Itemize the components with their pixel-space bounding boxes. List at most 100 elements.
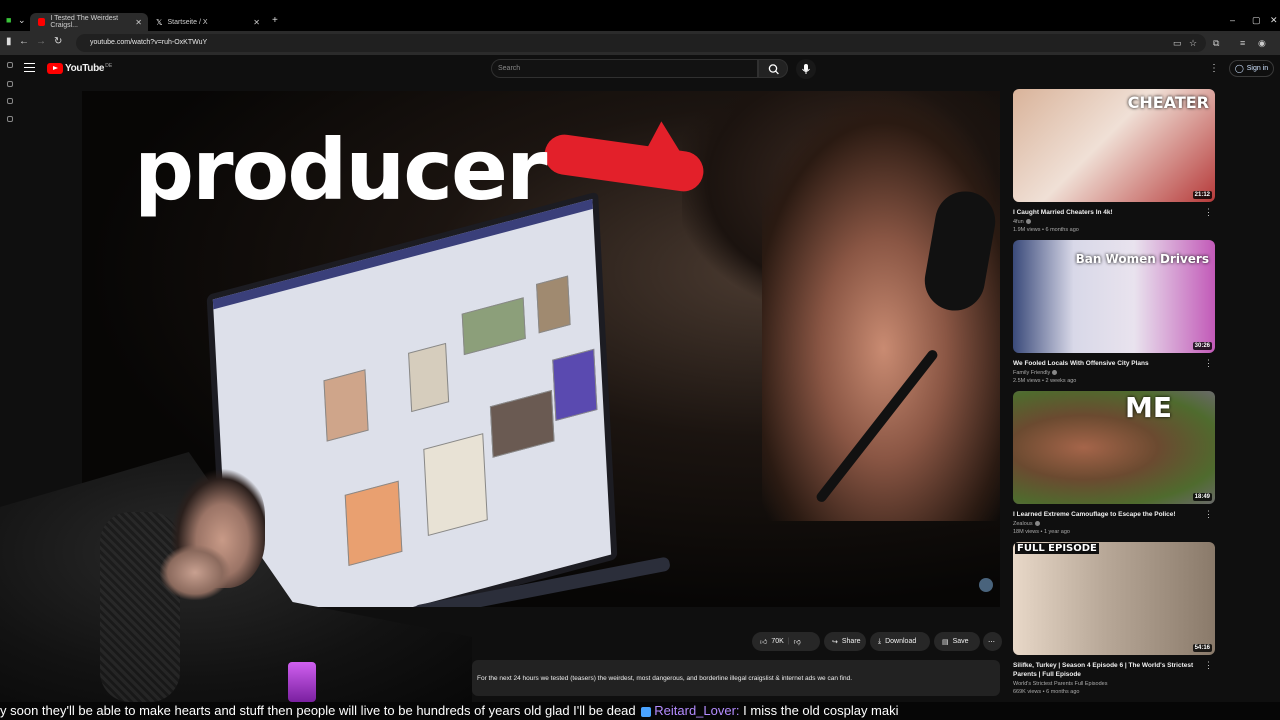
back-icon[interactable]: ← [19, 36, 29, 47]
x-favicon-icon: 𝕏 [156, 17, 163, 27]
save-button[interactable]: ▤ Save [934, 632, 980, 651]
recommendation-item[interactable]: CHEATER 21:12 I Caught Married Cheaters … [1013, 89, 1215, 233]
share-button[interactable]: ↪ Share [824, 632, 866, 651]
recommendation-item[interactable]: Ban Women Drivers 30:26 We Fooled Locals… [1013, 240, 1215, 384]
region-code: DE [105, 62, 113, 69]
profile-icon[interactable]: ◉ [1258, 38, 1266, 49]
menu-icon[interactable] [24, 63, 35, 72]
microphone-icon [802, 64, 810, 74]
recommendation-title[interactable]: We Fooled Locals With Offensive City Pla… [1013, 359, 1203, 368]
search-input[interactable]: Search [491, 59, 758, 78]
recommendation-meta: 669K views • 6 months ago [1013, 689, 1080, 695]
webcam-rgb-cup [288, 662, 316, 702]
thumbnail-laptop-screen [206, 191, 618, 607]
tab-youtube[interactable]: I Tested The Weirdest Craigsl... ✕ [30, 13, 148, 31]
tab-label: I Tested The Weirdest Craigsl... [50, 15, 119, 29]
save-label: Save [952, 638, 969, 645]
recommendation-channel[interactable]: World's Strictest Parents Full Episodes [1013, 681, 1215, 687]
recommendation-thumbnail[interactable]: CHEATER 21:12 [1013, 89, 1215, 202]
verified-icon [1034, 521, 1040, 527]
forward-icon[interactable]: → [36, 36, 46, 47]
reload-icon[interactable]: ↻ [54, 36, 62, 47]
browser-tab-bar: ■ ⌄ I Tested The Weirdest Craigsl... ✕ 𝕏… [0, 0, 1280, 31]
recommendation-thumbnail[interactable]: Ban Women Drivers 30:26 [1013, 240, 1215, 353]
recommendation-channel[interactable]: Family Friendly [1013, 370, 1215, 376]
more-vertical-icon[interactable]: ⋮ [1204, 358, 1213, 369]
download-label: Download [885, 638, 917, 645]
browser-app-icon: ■ [6, 15, 12, 25]
cast-icon[interactable]: ▭ [1173, 38, 1182, 49]
thumbnail-text: producer [134, 121, 547, 219]
more-vertical-icon[interactable]: ⋮ [1204, 207, 1213, 218]
webcam-chair [100, 512, 180, 702]
url-text[interactable]: youtube.com/watch?v=ruh-OxKTWuY [90, 39, 207, 46]
tab-search-chevron-icon[interactable]: ⌄ [18, 15, 26, 26]
sidebar-toggle-icon[interactable]: ▮ [6, 36, 12, 47]
recommendation-title[interactable]: I Caught Married Cheaters In 4k! [1013, 208, 1203, 217]
more-vertical-icon[interactable]: ⋮ [1204, 509, 1213, 520]
verified-icon [1052, 370, 1058, 376]
sign-in-button[interactable]: ◯ Sign in [1229, 60, 1274, 77]
recommendation-thumbnail[interactable]: FULL EPISODE 54:16 [1013, 542, 1215, 655]
youtube-play-icon [47, 63, 63, 74]
settings-more-icon[interactable]: ⋮ [1209, 63, 1219, 74]
more-vertical-icon[interactable]: ⋮ [1204, 660, 1213, 671]
thumbs-down-icon[interactable]: 👎︎ [794, 637, 801, 646]
recommendation-meta: 1.9M views • 6 months ago [1013, 227, 1079, 233]
recommendation-item[interactable]: ME 18:49 I Learned Extreme Camouflage to… [1013, 391, 1215, 535]
recommendation-item[interactable]: FULL EPISODE 54:16 Silifke, Turkey | Sea… [1013, 542, 1215, 695]
youtube-logo[interactable]: YouTube DE [47, 63, 112, 74]
recommendation-title[interactable]: I Learned Extreme Camouflage to Escape t… [1013, 510, 1203, 519]
recommendation-channel[interactable]: Zealous [1013, 521, 1215, 527]
chat-username: Reitard_Lover: [654, 703, 740, 718]
duration-badge: 30:26 [1192, 342, 1212, 350]
save-icon: ▤ [942, 638, 949, 646]
like-count[interactable]: 70K [771, 638, 783, 645]
video-overlay-icon[interactable] [979, 578, 993, 592]
new-tab-icon[interactable]: + [272, 15, 278, 26]
thumbs-up-icon[interactable]: 👍︎ [760, 637, 767, 646]
minimize-icon[interactable]: – [1230, 15, 1235, 25]
description-box[interactable]: For the next 24 hours we tested (teasers… [472, 660, 1000, 696]
tab-label: Startseite / X [167, 18, 208, 26]
thumbnail-caption: Ban Women Drivers [1075, 252, 1209, 266]
download-button[interactable]: ⤓ Download [870, 632, 930, 651]
search-placeholder: Search [498, 65, 521, 72]
duration-badge: 21:12 [1192, 191, 1212, 199]
duration-badge: 54:16 [1192, 644, 1212, 652]
like-dislike-group: 👍︎ 70K | 👎︎ [752, 632, 820, 651]
search-button[interactable] [758, 59, 788, 78]
more-horizontal-icon: ⋯ [988, 638, 995, 646]
recommendation-channel[interactable]: 4fun [1013, 219, 1215, 225]
extensions-icon[interactable]: ⧉ [1213, 38, 1219, 49]
youtube-favicon-icon [38, 18, 46, 26]
close-tab-icon[interactable]: ✕ [135, 18, 142, 27]
webcam-hand [160, 545, 230, 600]
more-actions-button[interactable]: ⋯ [983, 632, 1002, 651]
stream-chat-ticker: y soon they'll be able to make hearts an… [0, 702, 1280, 720]
recommendation-thumbnail[interactable]: ME 18:49 [1013, 391, 1215, 504]
sidebar-subscriptions-icon[interactable] [7, 98, 13, 104]
close-tab-icon[interactable]: ✕ [253, 18, 260, 27]
recommendation-meta: 18M views • 1 year ago [1013, 529, 1070, 535]
duration-badge: 18:49 [1192, 493, 1212, 501]
description-text: For the next 24 hours we tested (teasers… [477, 675, 853, 682]
thumbnail-caption: ME [1125, 391, 1172, 424]
download-icon: ⤓ [878, 637, 882, 645]
share-label: Share [841, 638, 861, 645]
chat-message: I miss the old cosplay maki [743, 703, 899, 718]
voice-search-button[interactable] [796, 59, 816, 79]
omnibox[interactable]: youtube.com/watch?v=ruh-OxKTWuY [76, 34, 1206, 52]
search-icon [768, 64, 779, 75]
sidebar-you-icon[interactable] [7, 116, 13, 122]
thumbnail-caption: FULL EPISODE [1015, 543, 1099, 554]
recommendation-meta: 2.5M views • 2 weeks ago [1013, 378, 1077, 384]
close-window-icon[interactable]: ✕ [1270, 15, 1278, 26]
recommendation-title[interactable]: Silifke, Turkey | Season 4 Episode 6 | T… [1013, 661, 1203, 679]
tab-x[interactable]: 𝕏 Startseite / X ✕ [148, 13, 266, 31]
maximize-icon[interactable]: ▢ [1252, 15, 1261, 26]
media-icon[interactable]: ≡ [1240, 38, 1245, 48]
sign-in-label: Sign in [1246, 65, 1269, 72]
bookmark-star-icon[interactable]: ☆ [1189, 38, 1197, 49]
share-icon: ↪ [832, 638, 838, 646]
